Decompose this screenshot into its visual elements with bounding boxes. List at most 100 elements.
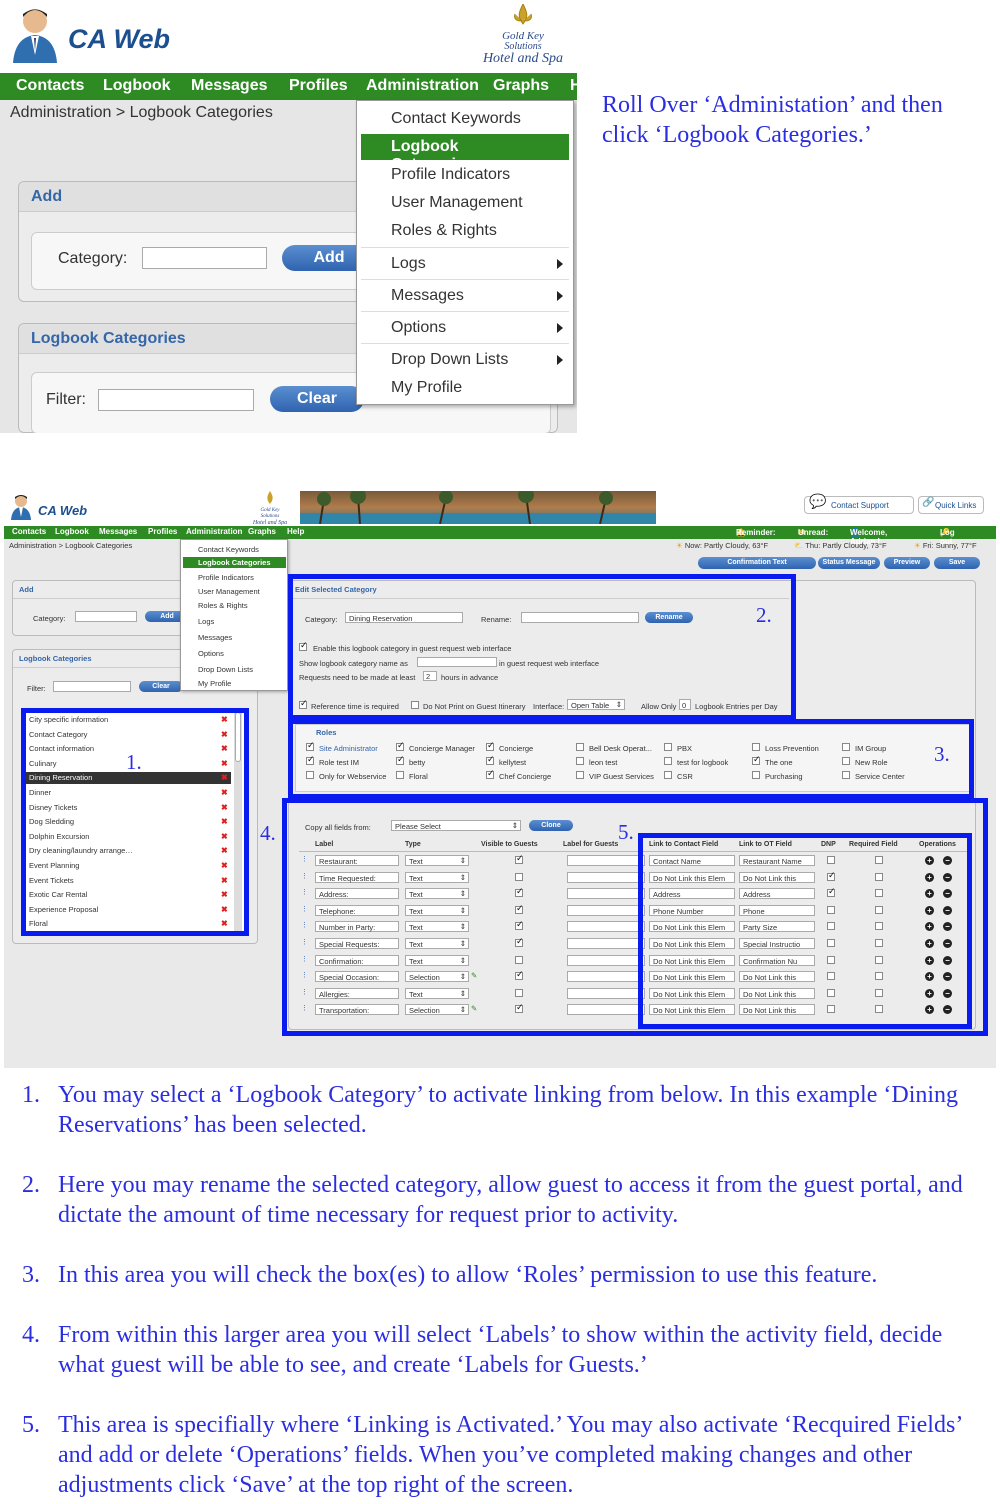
step-text: Here you may rename the selected categor… [58, 1172, 963, 1228]
menu-logs[interactable]: Logs [198, 617, 214, 626]
step-number: 4. [22, 1322, 40, 1348]
menu-drop-down-lists[interactable]: Drop Down Lists [361, 347, 569, 373]
save-button[interactable]: Save [934, 557, 980, 569]
chat-bubble-icon: 💬 [809, 493, 827, 509]
nav-contacts[interactable]: Contacts [12, 527, 46, 536]
nav-profiles[interactable]: Profiles [289, 77, 348, 95]
nav-graphs[interactable]: Graphs [493, 77, 549, 95]
menu-options[interactable]: Options [361, 315, 569, 341]
menu-drop-down-lists[interactable]: Drop Down Lists [198, 665, 253, 674]
filter-label: Filter: [27, 684, 46, 693]
nav-help[interactable]: Help [287, 527, 304, 536]
status-message-button[interactable]: Status Message [818, 557, 880, 569]
screenshot-admin-menu: CA Web Gold Key Solutions Hotel and Spa … [0, 0, 577, 433]
clear-button[interactable]: Clear [139, 681, 183, 692]
administration-dropdown-menu: Contact Keywords Logbook Categories Prof… [356, 100, 574, 405]
filter-label: Filter: [46, 391, 86, 408]
menu-separator [361, 311, 569, 312]
category-input[interactable] [142, 247, 267, 269]
menu-options[interactable]: Options [198, 649, 224, 658]
callout-number-3: 3. [934, 742, 950, 766]
nav-messages[interactable]: Messages [99, 527, 137, 536]
filter-input[interactable] [53, 681, 131, 692]
app-header: CA Web Gold Key Solutions Hotel and Spa [0, 0, 577, 73]
main-nav: Contacts Logbook Messages Profiles Admin… [4, 526, 996, 546]
callout-frame-3 [288, 719, 974, 799]
breadcrumb: Administration > Logbook Categories [10, 104, 273, 121]
menu-messages[interactable]: Messages [198, 633, 232, 642]
instruction-top: Roll Over ‘Administation’ and then click… [602, 92, 943, 148]
menu-roles-rights[interactable]: Roles & Rights [198, 601, 248, 610]
menu-contact-keywords[interactable]: Contact Keywords [198, 545, 259, 554]
quick-links-button[interactable]: 🔗 Quick Links [918, 496, 984, 514]
weather-fri-label: Fri: Sunny, 77°F [922, 541, 977, 550]
menu-logs[interactable]: Logs [361, 251, 569, 277]
nav-administration[interactable]: Administration [366, 77, 479, 95]
menu-my-profile[interactable]: My Profile [361, 375, 569, 401]
app-name: CA Web [68, 24, 171, 54]
hotel-logo: Gold Key Solutions Hotel and Spa [468, 2, 577, 66]
main-nav: Contacts Logbook Messages Profiles Admin… [0, 73, 577, 100]
category-label: Category: [58, 250, 128, 267]
nav-administration[interactable]: Administration [186, 527, 242, 536]
nav-help[interactable]: H [570, 77, 577, 95]
menu-roles-rights[interactable]: Roles & Rights [361, 218, 569, 244]
callout-frame-2 [288, 574, 796, 720]
menu-my-profile[interactable]: My Profile [198, 679, 231, 688]
category-input[interactable] [75, 611, 137, 622]
callout-number-1: 1. [126, 750, 142, 774]
breadcrumb: Administration > Logbook Categories [9, 541, 133, 550]
partly-cloudy-icon: ⛅ [794, 541, 804, 550]
unread-label: Unread: [798, 528, 829, 537]
menu-messages[interactable]: Messages [361, 283, 569, 309]
filter-input[interactable] [98, 389, 254, 411]
reminder-label: Reminder: [736, 528, 776, 537]
callout-frame-5 [638, 833, 972, 1029]
menu-user-management[interactable]: User Management [198, 587, 260, 596]
user-avatar-logo-icon [13, 9, 57, 63]
menu-user-management[interactable]: User Management [361, 190, 569, 216]
submenu-arrow-icon [557, 355, 563, 365]
callout-frame-1 [21, 708, 249, 936]
nav-logbook[interactable]: Logbook [55, 527, 89, 536]
svg-text:Hotel and Spa: Hotel and Spa [252, 520, 287, 525]
step-text: From within this larger area you will se… [58, 1322, 943, 1378]
preview-button[interactable]: Preview [884, 557, 930, 569]
callout-number-5: 5. [618, 820, 634, 844]
callout-number-4: 4. [260, 821, 276, 845]
sun-icon: ☀ [676, 541, 683, 550]
menu-profile-indicators[interactable]: Profile Indicators [361, 162, 569, 188]
nav-graphs[interactable]: Graphs [248, 527, 276, 536]
menu-logbook-categories[interactable]: Logbook Categories [361, 134, 569, 173]
step-text: This area is specifially where ‘Linking … [58, 1412, 962, 1498]
submenu-arrow-icon [557, 323, 563, 333]
step-number: 2. [22, 1172, 40, 1198]
weather-now-label: Now: Partly Cloudy, 63°F [684, 541, 769, 550]
menu-logs-label: Logs [391, 255, 426, 272]
submenu-arrow-icon [557, 259, 563, 269]
step-number: 5. [22, 1412, 40, 1438]
administration-dropdown-menu: Contact Keywords Logbook Categories Prof… [180, 539, 288, 691]
menu-messages-label: Messages [391, 287, 464, 304]
weather-thu: ⛅ Thu: Partly Cloudy, 73°F [794, 541, 887, 550]
fleur-de-lis-icon [514, 2, 532, 25]
contact-support-label: Contact Support [831, 501, 889, 510]
confirmation-text-button[interactable]: Confirmation Text [698, 557, 816, 569]
hotel-logo-icon: Gold Key Solutions Hotel and Spa [252, 491, 287, 525]
menu-logbook-categories[interactable]: Logbook Categories [183, 557, 286, 568]
step-number: 1. [22, 1082, 40, 1108]
nav-contacts[interactable]: Contacts [16, 77, 84, 95]
nav-messages[interactable]: Messages [191, 77, 268, 95]
nav-profiles[interactable]: Profiles [148, 527, 177, 536]
category-label: Category: [33, 614, 66, 623]
user-avatar-logo-icon [11, 495, 31, 520]
contact-support-button[interactable]: 💬 Contact Support [804, 493, 914, 514]
nav-logbook[interactable]: Logbook [103, 77, 171, 95]
menu-profile-indicators[interactable]: Profile Indicators [198, 573, 254, 582]
step-text: In this area you will check the box(es) … [58, 1262, 878, 1288]
svg-text:Solutions: Solutions [261, 514, 280, 519]
weather-fri: ☀ Fri: Sunny, 77°F [914, 541, 977, 550]
clear-button[interactable]: Clear [270, 386, 364, 412]
menu-logbook-categories-label: Logbook Categories [198, 558, 271, 567]
menu-contact-keywords[interactable]: Contact Keywords [361, 106, 569, 132]
